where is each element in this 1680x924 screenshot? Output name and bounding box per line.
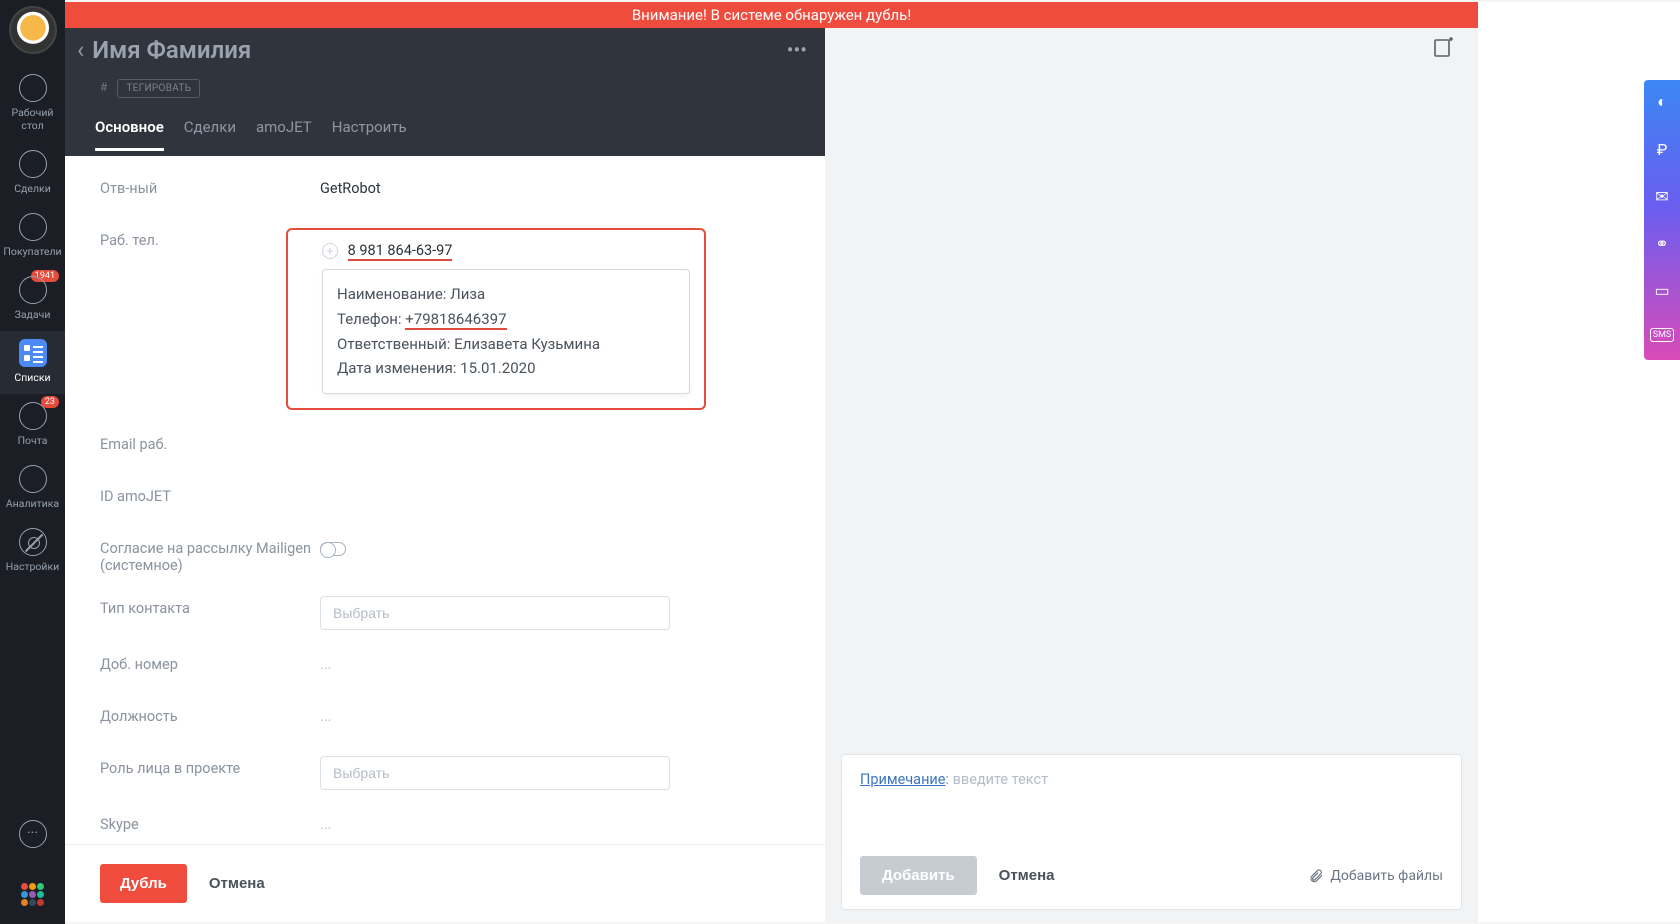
duplicate-button[interactable]: Дубль — [100, 864, 187, 903]
dup-name-label: Наименование: — [337, 285, 450, 303]
nav-customers[interactable]: Покупатели — [0, 205, 65, 268]
note-input[interactable]: Примечание: введите текст — [860, 771, 1443, 788]
tab-configure[interactable]: Настроить — [332, 118, 407, 151]
skype-label: Skype — [100, 812, 320, 833]
nav-apps[interactable] — [0, 866, 65, 924]
nav-deals[interactable]: Сделки — [0, 142, 65, 205]
tab-main[interactable]: Основное — [95, 118, 164, 151]
rail-mail-icon[interactable]: ✉ — [1655, 187, 1668, 206]
ext-label: Доб. номер — [100, 652, 320, 673]
mailigen-label: Согласие на рассылку Mailigen (системное… — [100, 536, 320, 574]
position-value[interactable]: ... — [320, 704, 801, 725]
dup-date-label: Дата изменения: — [337, 359, 460, 377]
app-logo[interactable] — [9, 6, 57, 54]
nav-label: Сделки — [14, 182, 51, 195]
wrench-icon — [19, 528, 47, 556]
add-tag-button[interactable]: ТЕГИРОВАТЬ — [117, 79, 200, 98]
amojet-id-label: ID amoJET — [100, 484, 320, 505]
responsible-label: Отв-ный — [100, 176, 320, 197]
cancel-note-button[interactable]: Отмена — [999, 867, 1055, 884]
nav-label: Настройки — [6, 560, 59, 573]
work-phone-cell: + 8 981 864-63-97 Наименование: Лиза Тел… — [320, 228, 706, 410]
attach-label: Добавить файлы — [1330, 868, 1443, 884]
nav-analytics[interactable]: Аналитика — [0, 457, 65, 520]
nav-label: Рабочий стол — [12, 106, 54, 132]
nav-label: Почта — [18, 434, 48, 447]
cancel-button[interactable]: Отмена — [209, 875, 265, 892]
email-label: Email раб. — [100, 432, 320, 453]
email-value[interactable] — [320, 432, 801, 436]
mailigen-toggle[interactable] — [320, 542, 346, 556]
position-label: Должность — [100, 704, 320, 725]
nav-chat[interactable] — [0, 806, 65, 866]
work-phone-value[interactable]: 8 981 864-63-97 — [348, 242, 453, 261]
list-icon — [19, 339, 47, 367]
nav-tasks[interactable]: 1941Задачи — [0, 268, 65, 331]
duplicate-alert-bar: Внимание! В системе обнаружен дубль! — [65, 2, 1478, 28]
skype-value[interactable]: ... — [320, 812, 801, 833]
rail-app-icon[interactable]: ◐ — [1657, 92, 1667, 112]
new-note-button[interactable] — [1432, 36, 1456, 60]
chart-icon — [19, 465, 47, 493]
contact-name-title[interactable]: Имя Фамилия — [92, 36, 787, 64]
integrations-strip: ◐ ₽ ✉ ⚭ ▭ SMS — [1644, 80, 1680, 360]
card-tabs: Основное Сделки amoJET Настроить — [65, 104, 825, 151]
chat-icon — [19, 820, 47, 848]
nav-label: Покупатели — [3, 245, 61, 258]
activity-pane: Примечание: введите текст Добавить Отмен… — [825, 2, 1478, 922]
nav-mail[interactable]: 23Почта — [0, 394, 65, 457]
contact-type-select[interactable] — [320, 596, 670, 630]
main-sidebar: Рабочий стол Сделки Покупатели 1941Задач… — [0, 0, 65, 924]
back-button[interactable]: ‹ — [77, 36, 84, 64]
add-phone-icon[interactable]: + — [322, 243, 338, 259]
nav-label: Аналитика — [6, 497, 59, 510]
role-select[interactable] — [320, 756, 670, 790]
responsible-value[interactable]: GetRobot — [320, 176, 801, 197]
right-rail: ◐ ₽ ✉ ⚭ ▭ SMS — [1478, 2, 1680, 922]
note-placeholder: введите текст — [953, 771, 1048, 788]
dollar-icon — [19, 150, 47, 178]
role-label: Роль лица в проекте — [100, 756, 320, 777]
nav-label: Задачи — [15, 308, 51, 321]
nav-label: Списки — [14, 371, 50, 384]
nav-lists[interactable]: Списки — [0, 331, 65, 394]
duplicate-tooltip[interactable]: Наименование: Лиза Телефон: +79818646397… — [322, 269, 690, 394]
apps-grid-icon — [18, 880, 48, 910]
dup-date-value: 15.01.2020 — [460, 359, 535, 377]
rail-link-icon[interactable]: ⚭ — [1655, 234, 1668, 253]
mail-icon — [19, 402, 47, 430]
more-menu-button[interactable]: ••• — [787, 38, 807, 62]
note-type-link[interactable]: Примечание — [860, 771, 946, 788]
users-icon — [19, 213, 47, 241]
nav-settings[interactable]: Настройки — [0, 520, 65, 583]
rail-sms-icon[interactable]: SMS — [1650, 328, 1675, 342]
tab-amojet[interactable]: amoJET — [256, 118, 312, 151]
amojet-id-value[interactable] — [320, 484, 801, 488]
card-footer: Дубль Отмена — [65, 844, 825, 922]
dup-resp-label: Ответственный: — [337, 335, 454, 353]
calendar-icon — [19, 276, 47, 304]
dup-name-value: Лиза — [450, 285, 485, 303]
paperclip-icon — [1308, 868, 1324, 884]
gauge-icon — [19, 74, 47, 102]
tag-hash-icon: # — [100, 80, 107, 94]
note-composer: Примечание: введите текст Добавить Отмен… — [841, 754, 1462, 910]
ext-value[interactable]: ... — [320, 652, 801, 673]
nav-dashboard[interactable]: Рабочий стол — [0, 66, 65, 142]
dup-resp-value: Елизавета Кузьмина — [454, 335, 600, 353]
dup-phone-label: Телефон: — [337, 310, 405, 328]
dup-phone-value: +79818646397 — [405, 310, 506, 330]
contact-fields: Отв-ный GetRobot Раб. тел. + 8 981 864-6… — [65, 156, 825, 844]
contact-type-label: Тип контакта — [100, 596, 320, 617]
add-note-button[interactable]: Добавить — [860, 856, 977, 895]
attach-files-link[interactable]: Добавить файлы — [1308, 868, 1443, 884]
rail-folder-icon[interactable]: ▭ — [1654, 281, 1669, 300]
tab-deals[interactable]: Сделки — [184, 118, 236, 151]
rail-ruble-icon[interactable]: ₽ — [1657, 140, 1668, 159]
duplicate-highlight-box: + 8 981 864-63-97 Наименование: Лиза Тел… — [286, 228, 706, 410]
